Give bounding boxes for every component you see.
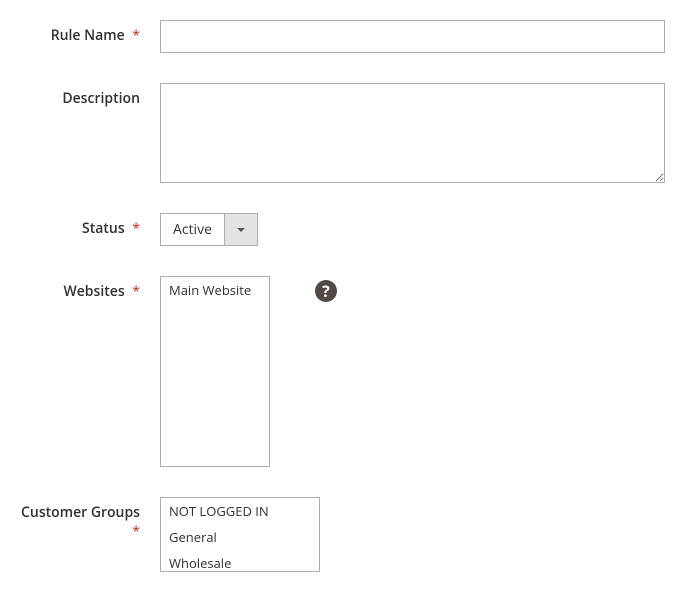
required-asterisk: * [132,522,140,541]
websites-row: Websites * Main Website ? [10,276,669,467]
help-icon[interactable]: ? [315,280,337,302]
customer-groups-multiselect[interactable]: NOT LOGGED IN General Wholesale [160,497,320,572]
customer-groups-row: Customer Groups * NOT LOGGED IN General … [10,497,669,572]
required-asterisk: * [132,26,140,45]
status-selected-value: Active [161,214,224,245]
description-input[interactable] [160,83,665,183]
customer-groups-option[interactable]: Wholesale [161,550,319,572]
label-text: Customer Groups [21,503,140,522]
required-asterisk: * [132,219,140,238]
websites-multiselect[interactable]: Main Website [160,276,270,467]
description-label: Description [10,83,160,108]
required-asterisk: * [132,282,140,301]
rule-name-input[interactable] [160,20,665,53]
label-text: Rule Name [51,26,125,45]
rule-name-label: Rule Name * [10,20,160,45]
customer-groups-label: Customer Groups * [10,497,160,541]
websites-option[interactable]: Main Website [161,277,269,303]
status-label: Status * [10,213,160,238]
status-row: Status * Active [10,213,669,246]
websites-label: Websites * [10,276,160,301]
customer-groups-option[interactable]: NOT LOGGED IN [161,498,319,524]
rule-name-row: Rule Name * [10,20,669,53]
status-select[interactable]: Active [160,213,258,246]
description-row: Description [10,83,669,183]
label-text: Description [62,89,140,108]
customer-groups-option[interactable]: General [161,524,319,550]
label-text: Status [82,219,125,238]
label-text: Websites [63,282,124,301]
dropdown-caret-icon[interactable] [224,214,257,245]
